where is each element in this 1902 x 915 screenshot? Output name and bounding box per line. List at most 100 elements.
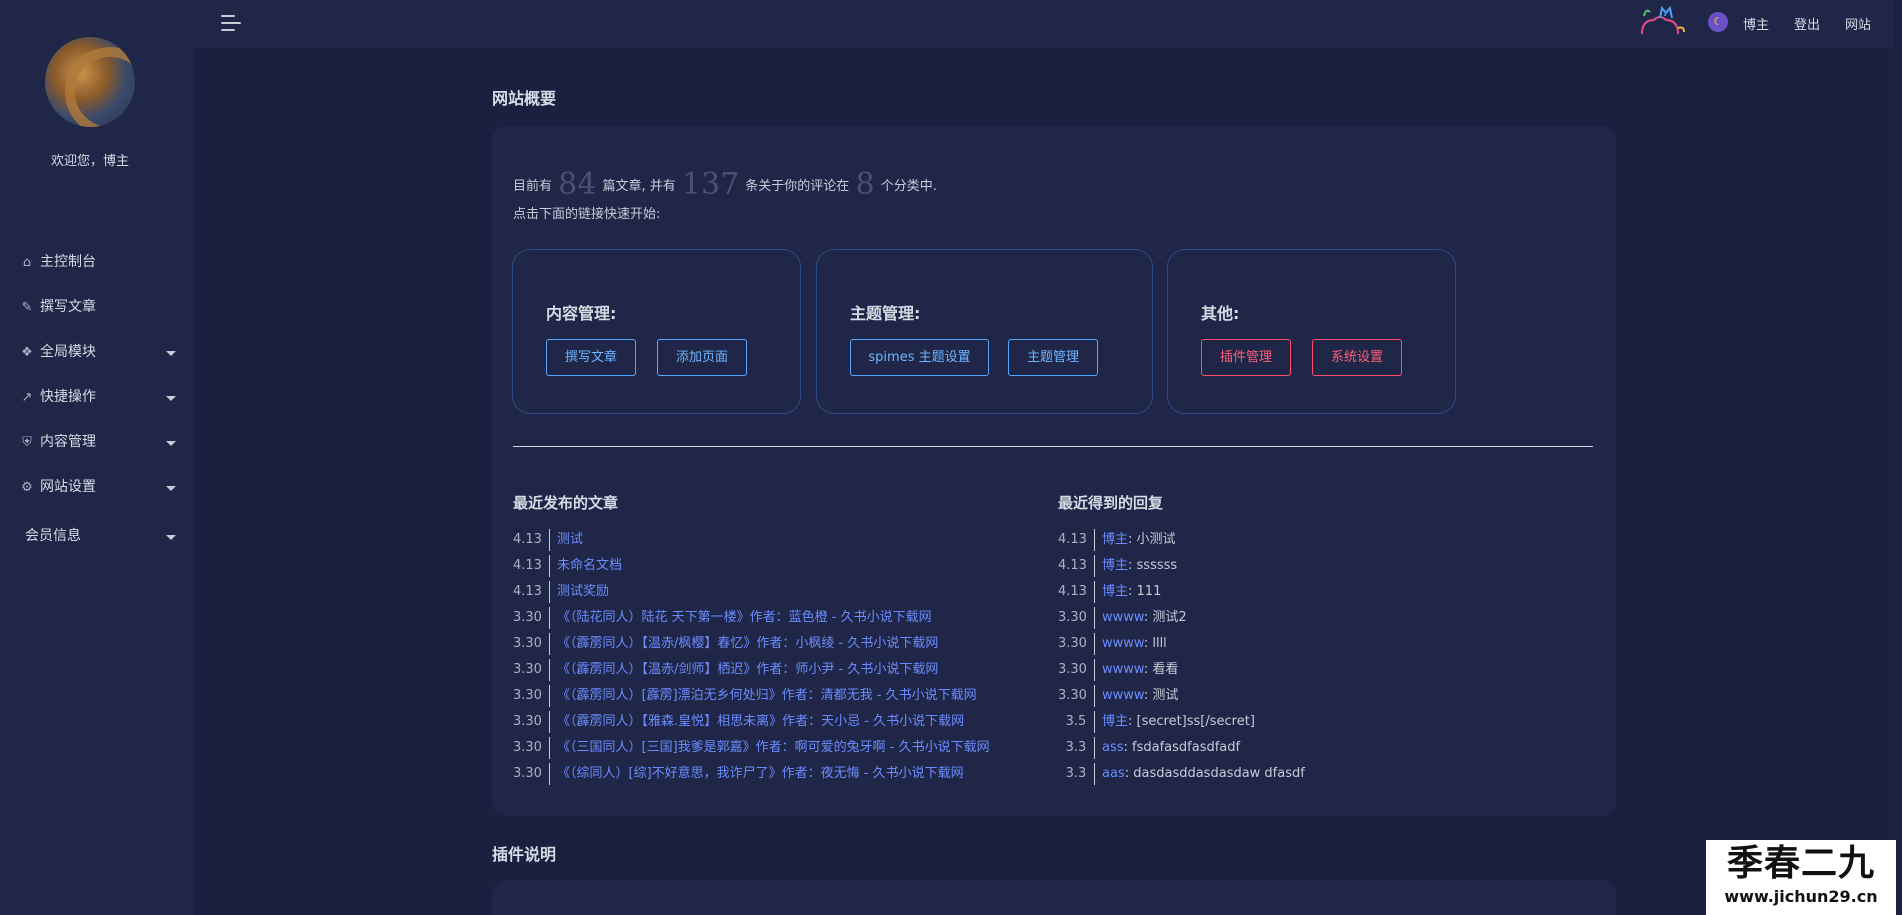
post-link[interactable]: 《（霹雳同人）【雅森.皇悦】相思未离》作者：天小忌 - 久书小说下载网 — [557, 714, 964, 729]
quick-start-hint: 点击下面的链接快速开始: — [513, 207, 661, 222]
chevron-down-icon — [166, 486, 176, 491]
reply-text: 测试2 — [1152, 610, 1187, 625]
menu-toggle-icon[interactable] — [221, 15, 241, 31]
watermark: 季春二九 www.jichun29.cn — [1706, 840, 1896, 915]
reply-author-link[interactable]: ass — [1102, 740, 1124, 755]
reply-author-link[interactable]: 博主 — [1102, 558, 1128, 573]
reply-author-link[interactable]: wwww — [1102, 636, 1144, 651]
post-date: 3.30 — [513, 714, 542, 729]
reply-date: 4.13 — [1058, 532, 1087, 547]
reply-author-link[interactable]: wwww — [1102, 610, 1144, 625]
post-date: 4.13 — [513, 558, 542, 573]
home-icon: ⌂ — [22, 255, 32, 270]
list-item: 3.5 博主: [secret]ss[/secret] — [1058, 709, 1255, 735]
reply-text: dasdasddasdasdaw dfasdf — [1133, 766, 1305, 781]
topbar: ☾ 博主 登出 网站 — [195, 0, 1902, 48]
reply-date: 4.13 — [1058, 558, 1087, 573]
sidebar-item-site-settings[interactable]: ⚙ 网站设置 — [0, 465, 195, 510]
sidebar-item-label: 全局模块 — [40, 344, 96, 360]
sidebar-item-global-modules[interactable]: ❖ 全局模块 — [0, 330, 195, 375]
post-link[interactable]: 《（陆花同人）陆花 天下第一楼》作者：蓝色橙 - 久书小说下载网 — [557, 610, 932, 625]
category-count: 8 — [855, 167, 875, 202]
list-item: 4.13 博主: ssssss — [1058, 553, 1177, 579]
list-item: 3.30 wwww: 看看 — [1058, 657, 1178, 683]
system-settings-button[interactable]: 系统设置 — [1312, 339, 1402, 376]
reply-date: 3.30 — [1058, 610, 1087, 625]
reply-text: ssssss — [1136, 558, 1178, 573]
recent-replies-title: 最近得到的回复 — [1058, 494, 1164, 512]
list-item: 3.30 《（陆花同人）陆花 天下第一楼》作者：蓝色橙 - 久书小说下载网 — [513, 605, 932, 631]
sidebar-item-label: 主控制台 — [40, 254, 96, 270]
list-item: 4.13 测试奖励 — [513, 579, 609, 605]
gear-icon: ⚙ — [21, 480, 33, 495]
list-item: 3.30 wwww: 测试2 — [1058, 605, 1187, 631]
sidebar-nav: ⌂ 主控制台 ✎ 撰写文章 ❖ 全局模块 ↗ 快捷操作 ⛨ 内容管理 ⚙ 网站设… — [0, 240, 195, 559]
post-link[interactable]: 《（综同人）[综]不好意思，我诈尸了》作者：夜无悔 - 久书小说下载网 — [557, 766, 964, 781]
sidebar-item-dashboard[interactable]: ⌂ 主控制台 — [0, 240, 195, 285]
write-post-button[interactable]: 撰写文章 — [546, 339, 636, 376]
list-item: 3.30 《（霹雳同人）【温赤/剑师】栖迟》作者：师小尹 - 久书小说下载网 — [513, 657, 938, 683]
content-management-card: 内容管理: 撰写文章 添加页面 — [512, 249, 801, 414]
sidebar-item-content-management[interactable]: ⛨ 内容管理 — [0, 420, 195, 465]
sidebar-item-member-info[interactable]: 会员信息 — [0, 514, 195, 559]
watermark-text: 季春二九 — [1726, 843, 1875, 884]
post-link[interactable]: 测试奖励 — [557, 584, 609, 599]
post-date: 3.30 — [513, 688, 542, 703]
theme-management-card: 主题管理: spimes 主题设置 主题管理 — [816, 249, 1153, 414]
reply-text: 看看 — [1152, 662, 1179, 677]
reply-date: 3.30 — [1058, 662, 1087, 677]
sidebar-item-label: 撰写文章 — [40, 299, 96, 315]
post-link[interactable]: 《（霹雳同人）[霹雳]漂泊无乡何处归》作者：清都无我 - 久书小说下载网 — [557, 688, 977, 703]
add-page-button[interactable]: 添加页面 — [657, 339, 747, 376]
reply-author-link[interactable]: 博主 — [1102, 532, 1128, 547]
reply-author-link[interactable]: wwww — [1102, 662, 1144, 677]
post-link[interactable]: 测试 — [557, 532, 583, 547]
reply-date: 3.30 — [1058, 636, 1087, 651]
cat-decoration-icon — [1641, 5, 1685, 35]
reply-author-link[interactable]: wwww — [1102, 688, 1144, 703]
chevron-down-icon — [166, 351, 176, 356]
sidebar: 欢迎您，博主 ⌂ 主控制台 ✎ 撰写文章 ❖ 全局模块 ↗ 快捷操作 ⛨ 内容管… — [0, 0, 195, 915]
recent-posts-title: 最近发布的文章 — [513, 494, 619, 512]
list-item: 3.30 《（霹雳同人）【温赤/枫樱】春忆》作者：小枫绫 - 久书小说下载网 — [513, 631, 938, 657]
reply-author-link[interactable]: 博主 — [1102, 584, 1128, 599]
sidebar-item-label: 网站设置 — [40, 479, 96, 495]
sidebar-item-shortcuts[interactable]: ↗ 快捷操作 — [0, 375, 195, 420]
reply-date: 3.5 — [1065, 714, 1087, 729]
user-link[interactable]: 博主 — [1743, 14, 1769, 33]
page-scrollbar[interactable] — [1894, 0, 1902, 915]
post-link[interactable]: 《（霹雳同人）【温赤/枫樱】春忆》作者：小枫绫 - 久书小说下载网 — [557, 636, 938, 651]
post-link[interactable]: 《（霹雳同人）【温赤/剑师】栖迟》作者：师小尹 - 久书小说下载网 — [557, 662, 938, 677]
summary-text: 目前有 — [513, 179, 553, 194]
reply-text: 小测试 — [1136, 532, 1176, 547]
watermark-url: www.jichun29.cn — [1724, 887, 1878, 906]
list-item: 3.30 wwww: llll — [1058, 631, 1167, 657]
reply-date: 3.3 — [1065, 766, 1087, 781]
sidebar-item-write-post[interactable]: ✎ 撰写文章 — [0, 285, 195, 330]
theme-settings-button[interactable]: spimes 主题设置 — [850, 339, 989, 376]
sidebar-item-label: 会员信息 — [25, 528, 81, 544]
reply-date: 4.13 — [1058, 584, 1087, 599]
avatar[interactable] — [45, 37, 135, 127]
sidebar-item-label: 内容管理 — [40, 434, 96, 450]
edit-icon: ✎ — [21, 300, 33, 315]
other-card: 其他: 插件管理 系统设置 — [1167, 249, 1456, 414]
post-link[interactable]: 《（三国同人）[三国]我爹是郭嘉》作者：啊可爱的兔牙啊 - 久书小说下载网 — [557, 740, 990, 755]
site-link[interactable]: 网站 — [1845, 14, 1871, 33]
list-item: 3.30 《（三国同人）[三国]我爹是郭嘉》作者：啊可爱的兔牙啊 - 久书小说下载… — [513, 735, 990, 761]
post-link[interactable]: 未命名文档 — [557, 558, 622, 573]
list-item: 3.3 ass: fsdafasdfasdfadf — [1058, 735, 1240, 761]
reply-text: [secret]ss[/secret] — [1136, 714, 1255, 729]
plugin-management-button[interactable]: 插件管理 — [1201, 339, 1291, 376]
logout-link[interactable]: 登出 — [1794, 14, 1820, 33]
summary-text: 条关于你的评论在 — [745, 179, 850, 194]
post-date: 3.30 — [513, 766, 542, 781]
reply-text: llll — [1152, 636, 1167, 651]
reply-author-link[interactable]: aas — [1102, 766, 1125, 781]
list-item: 3.30 《（霹雳同人）【雅森.皇悦】相思未离》作者：天小忌 - 久书小说下载网 — [513, 709, 964, 735]
reply-text: 测试 — [1152, 688, 1179, 703]
moon-icon[interactable]: ☾ — [1708, 12, 1728, 32]
reply-author-link[interactable]: 博主 — [1102, 714, 1128, 729]
theme-management-button[interactable]: 主题管理 — [1008, 339, 1098, 376]
list-item: 4.13 博主: 111 — [1058, 579, 1161, 605]
